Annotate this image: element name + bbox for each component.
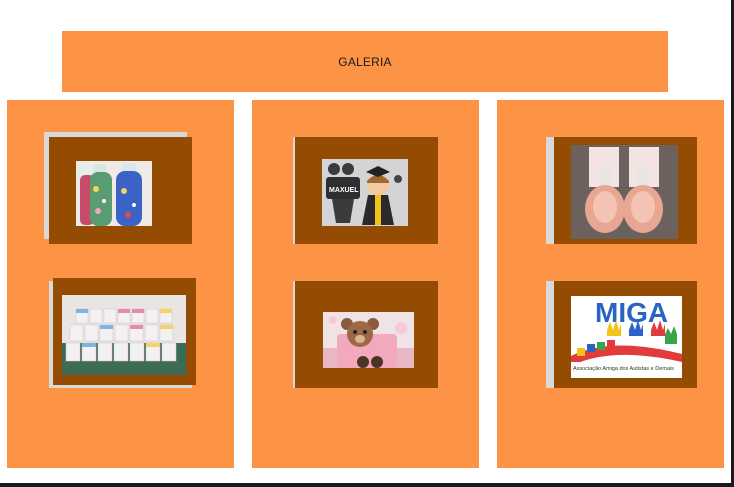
gallery-header: GALERIA: [62, 31, 668, 92]
gallery-column-3: MIGA Associação Amiga dos Autistas e Dem…: [497, 100, 724, 468]
gallery-column-1: [7, 100, 234, 468]
amigas-logo-icon: MIGA Associação Amiga dos Autistas e Dem…: [571, 296, 682, 378]
amigas-logo-photo[interactable]: MIGA Associação Amiga dos Autistas e Dem…: [571, 296, 682, 378]
gallery-card[interactable]: MAXUEL: [293, 137, 438, 244]
perfume-bottles-photo[interactable]: [571, 145, 678, 239]
logo-subtitle: Associação Amiga dos Autistas e Demais: [573, 366, 674, 372]
gallery-card[interactable]: [546, 137, 697, 244]
gallery-card[interactable]: [293, 281, 438, 388]
graduation-cutout-icon: MAXUEL: [322, 159, 408, 226]
sensory-bottles-icon: [76, 161, 152, 226]
page-border-bottom: [0, 483, 734, 487]
gallery-card[interactable]: [49, 278, 197, 388]
perfume-bottles-icon: [571, 145, 678, 239]
sensory-bottles-photo[interactable]: [76, 161, 152, 226]
page-title: GALERIA: [338, 54, 392, 69]
calendar-favors-icon: [62, 295, 186, 375]
gallery-card[interactable]: [44, 132, 193, 244]
calendar-favors-photo[interactable]: [62, 295, 186, 375]
teddy-bear-cake-icon: [323, 312, 414, 368]
graduation-cutout-photo[interactable]: MAXUEL: [322, 159, 408, 226]
gallery-card[interactable]: MIGA Associação Amiga dos Autistas e Dem…: [546, 281, 697, 388]
gallery-column-2: MAXUEL: [252, 100, 479, 468]
cutout-name-text: MAXUEL: [329, 187, 359, 194]
teddy-bear-cake-photo[interactable]: [323, 312, 414, 368]
